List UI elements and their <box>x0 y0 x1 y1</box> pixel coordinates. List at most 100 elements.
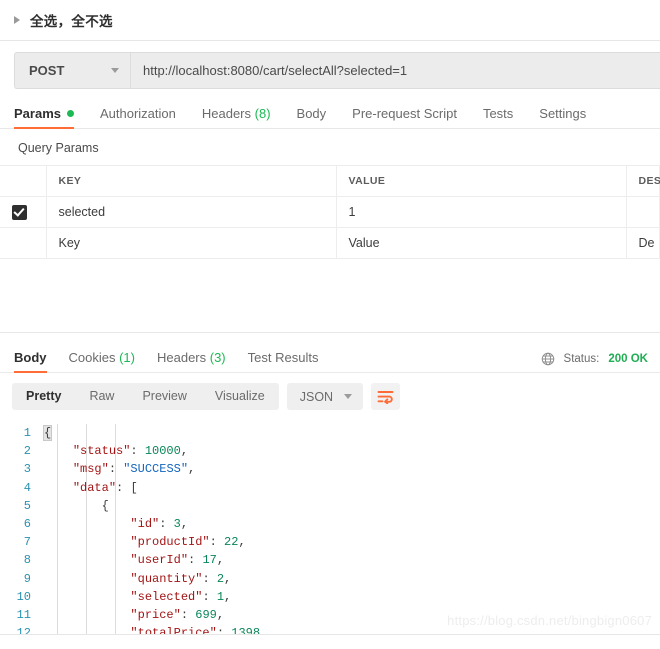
code-line: 2 "status": 10000, <box>0 442 660 460</box>
wrap-text-icon <box>377 391 394 404</box>
query-params-title: Query Params <box>18 141 99 155</box>
language-select[interactable]: JSON <box>286 383 364 410</box>
tab-pre-request-script-label: Pre-request Script <box>352 106 457 121</box>
request-tabs: Params Authorization Headers (8) Body Pr… <box>0 99 660 129</box>
chevron-down-icon <box>111 68 119 73</box>
column-header-checkbox <box>0 165 47 197</box>
format-tab-pretty[interactable]: Pretty <box>12 383 75 410</box>
line-number: 8 <box>23 553 31 568</box>
row-value-cell[interactable]: 1 <box>336 196 627 228</box>
bottom-strip <box>0 635 660 649</box>
language-label: JSON <box>299 389 334 404</box>
tab-body-label: Body <box>296 106 327 121</box>
line-number: 11 <box>16 608 31 623</box>
code-line-text: "data": [ <box>72 480 138 495</box>
response-body-code[interactable]: 1{2 "status": 10000, 3 "msg": "SUCCESS", 4… <box>0 419 660 635</box>
row-checkbox-cell[interactable] <box>0 196 47 228</box>
tab-headers-count: (8) <box>254 106 271 121</box>
tab-pre-request-script[interactable]: Pre-request Script <box>352 106 457 128</box>
url-bar: POST http://localhost:8080/cart/selectAl… <box>14 52 660 89</box>
code-line-text: "totalPrice": 1398, <box>130 626 268 635</box>
tab-authorization-label: Authorization <box>99 106 176 121</box>
tab-authorization[interactable]: Authorization <box>100 106 176 128</box>
globe-icon[interactable] <box>541 352 555 366</box>
code-line-text: "id": 3, <box>130 517 189 532</box>
row-key-cell[interactable]: selected <box>46 196 337 228</box>
json-viewer[interactable]: 1{2 "status": 10000, 3 "msg": "SUCCESS", 4… <box>0 419 660 635</box>
response-tab-cookies-count: (1) <box>119 350 135 365</box>
response-tab-headers[interactable]: Headers (3) <box>157 350 226 372</box>
code-line-text: "userId": 17, <box>130 553 225 568</box>
code-line: 6 "id": 3, <box>0 515 660 533</box>
line-number: 6 <box>23 517 31 532</box>
chevron-down-icon <box>344 394 353 399</box>
params-active-dot-icon <box>66 110 74 117</box>
response-tab-test-results[interactable]: Test Results <box>248 350 319 372</box>
format-tab-preview[interactable]: Preview <box>128 383 200 410</box>
code-line: 1{ <box>0 424 660 442</box>
response-tab-test-results-label: Test Results <box>247 350 319 365</box>
checkbox-checked-icon[interactable] <box>12 204 27 220</box>
tab-tests[interactable]: Tests <box>483 106 513 128</box>
line-number: 7 <box>23 535 31 550</box>
request-header-bar[interactable]: 全选，全不选 <box>0 0 660 41</box>
format-segmented-control: Pretty Raw Preview Visualize <box>12 383 279 410</box>
format-tab-visualize[interactable]: Visualize <box>201 383 279 410</box>
line-number: 3 <box>23 462 31 477</box>
code-line-text: "quantity": 2, <box>130 571 232 586</box>
response-format-toolbar: Pretty Raw Preview Visualize JSON <box>0 373 660 419</box>
code-line-text: "selected": 1, <box>130 589 232 604</box>
new-row-checkbox-cell[interactable] <box>0 227 47 259</box>
watermark-text: https://blog.csdn.net/bingbign0607 <box>447 613 652 628</box>
triangle-right-icon[interactable] <box>14 16 20 24</box>
response-status: Status: 200 OK <box>541 352 648 366</box>
response-tab-headers-label: Headers <box>156 350 207 365</box>
code-line: 5 { <box>0 497 660 515</box>
code-line: 3 "msg": "SUCCESS", <box>0 460 660 478</box>
code-line-text: { <box>101 498 109 513</box>
code-line-text: "status": 10000, <box>72 444 189 459</box>
format-tab-raw[interactable]: Raw <box>75 383 128 410</box>
response-tab-body[interactable]: Body <box>14 350 47 373</box>
status-badge: 200 OK <box>608 353 648 365</box>
code-line-text: "msg": "SUCCESS", <box>72 462 196 477</box>
column-header-key: KEY <box>46 165 337 197</box>
response-tab-headers-count: (3) <box>209 350 226 365</box>
tab-settings[interactable]: Settings <box>539 106 586 128</box>
request-title: 全选，全不选 <box>30 14 113 29</box>
table-row-new[interactable]: Key Value De <box>0 227 660 259</box>
tab-headers-label: Headers <box>201 106 252 121</box>
response-tab-cookies-label: Cookies <box>68 350 116 365</box>
wrap-text-button[interactable] <box>371 383 401 410</box>
column-header-description: DES <box>626 165 660 197</box>
line-number: 5 <box>23 498 31 513</box>
http-method-select[interactable]: POST <box>15 53 131 88</box>
new-row-value-input[interactable]: Value <box>336 227 627 259</box>
url-bar-row: POST http://localhost:8080/cart/selectAl… <box>0 41 660 99</box>
line-number: 10 <box>16 589 31 604</box>
tab-params[interactable]: Params <box>14 106 74 129</box>
new-row-key-input[interactable]: Key <box>46 227 337 259</box>
tab-tests-label: Tests <box>482 106 514 121</box>
table-header-row: KEY VALUE DES <box>0 165 660 197</box>
params-empty-area <box>0 259 660 333</box>
status-label: Status: <box>563 353 600 365</box>
code-line-text: { <box>42 425 53 441</box>
url-input[interactable]: http://localhost:8080/cart/selectAll?sel… <box>131 53 660 88</box>
response-tab-body-label: Body <box>14 350 47 365</box>
code-line: 9 "quantity": 2, <box>0 570 660 588</box>
response-tab-cookies[interactable]: Cookies (1) <box>69 350 135 372</box>
line-number: 4 <box>23 480 31 495</box>
line-number: 1 <box>23 426 31 440</box>
line-number: 2 <box>23 444 31 459</box>
code-line: 8 "userId": 17, <box>0 551 660 569</box>
code-line-text: "productId": 22, <box>130 535 246 550</box>
column-header-value: VALUE <box>336 165 627 197</box>
response-tabs: Body Cookies (1) Headers (3) Test Result… <box>0 343 660 373</box>
tab-settings-label: Settings <box>539 106 587 121</box>
table-row[interactable]: selected 1 <box>0 196 660 228</box>
new-row-description-input[interactable]: De <box>626 227 660 259</box>
tab-body[interactable]: Body <box>297 106 327 128</box>
row-description-cell[interactable] <box>626 196 660 228</box>
tab-headers[interactable]: Headers (8) <box>202 106 271 128</box>
